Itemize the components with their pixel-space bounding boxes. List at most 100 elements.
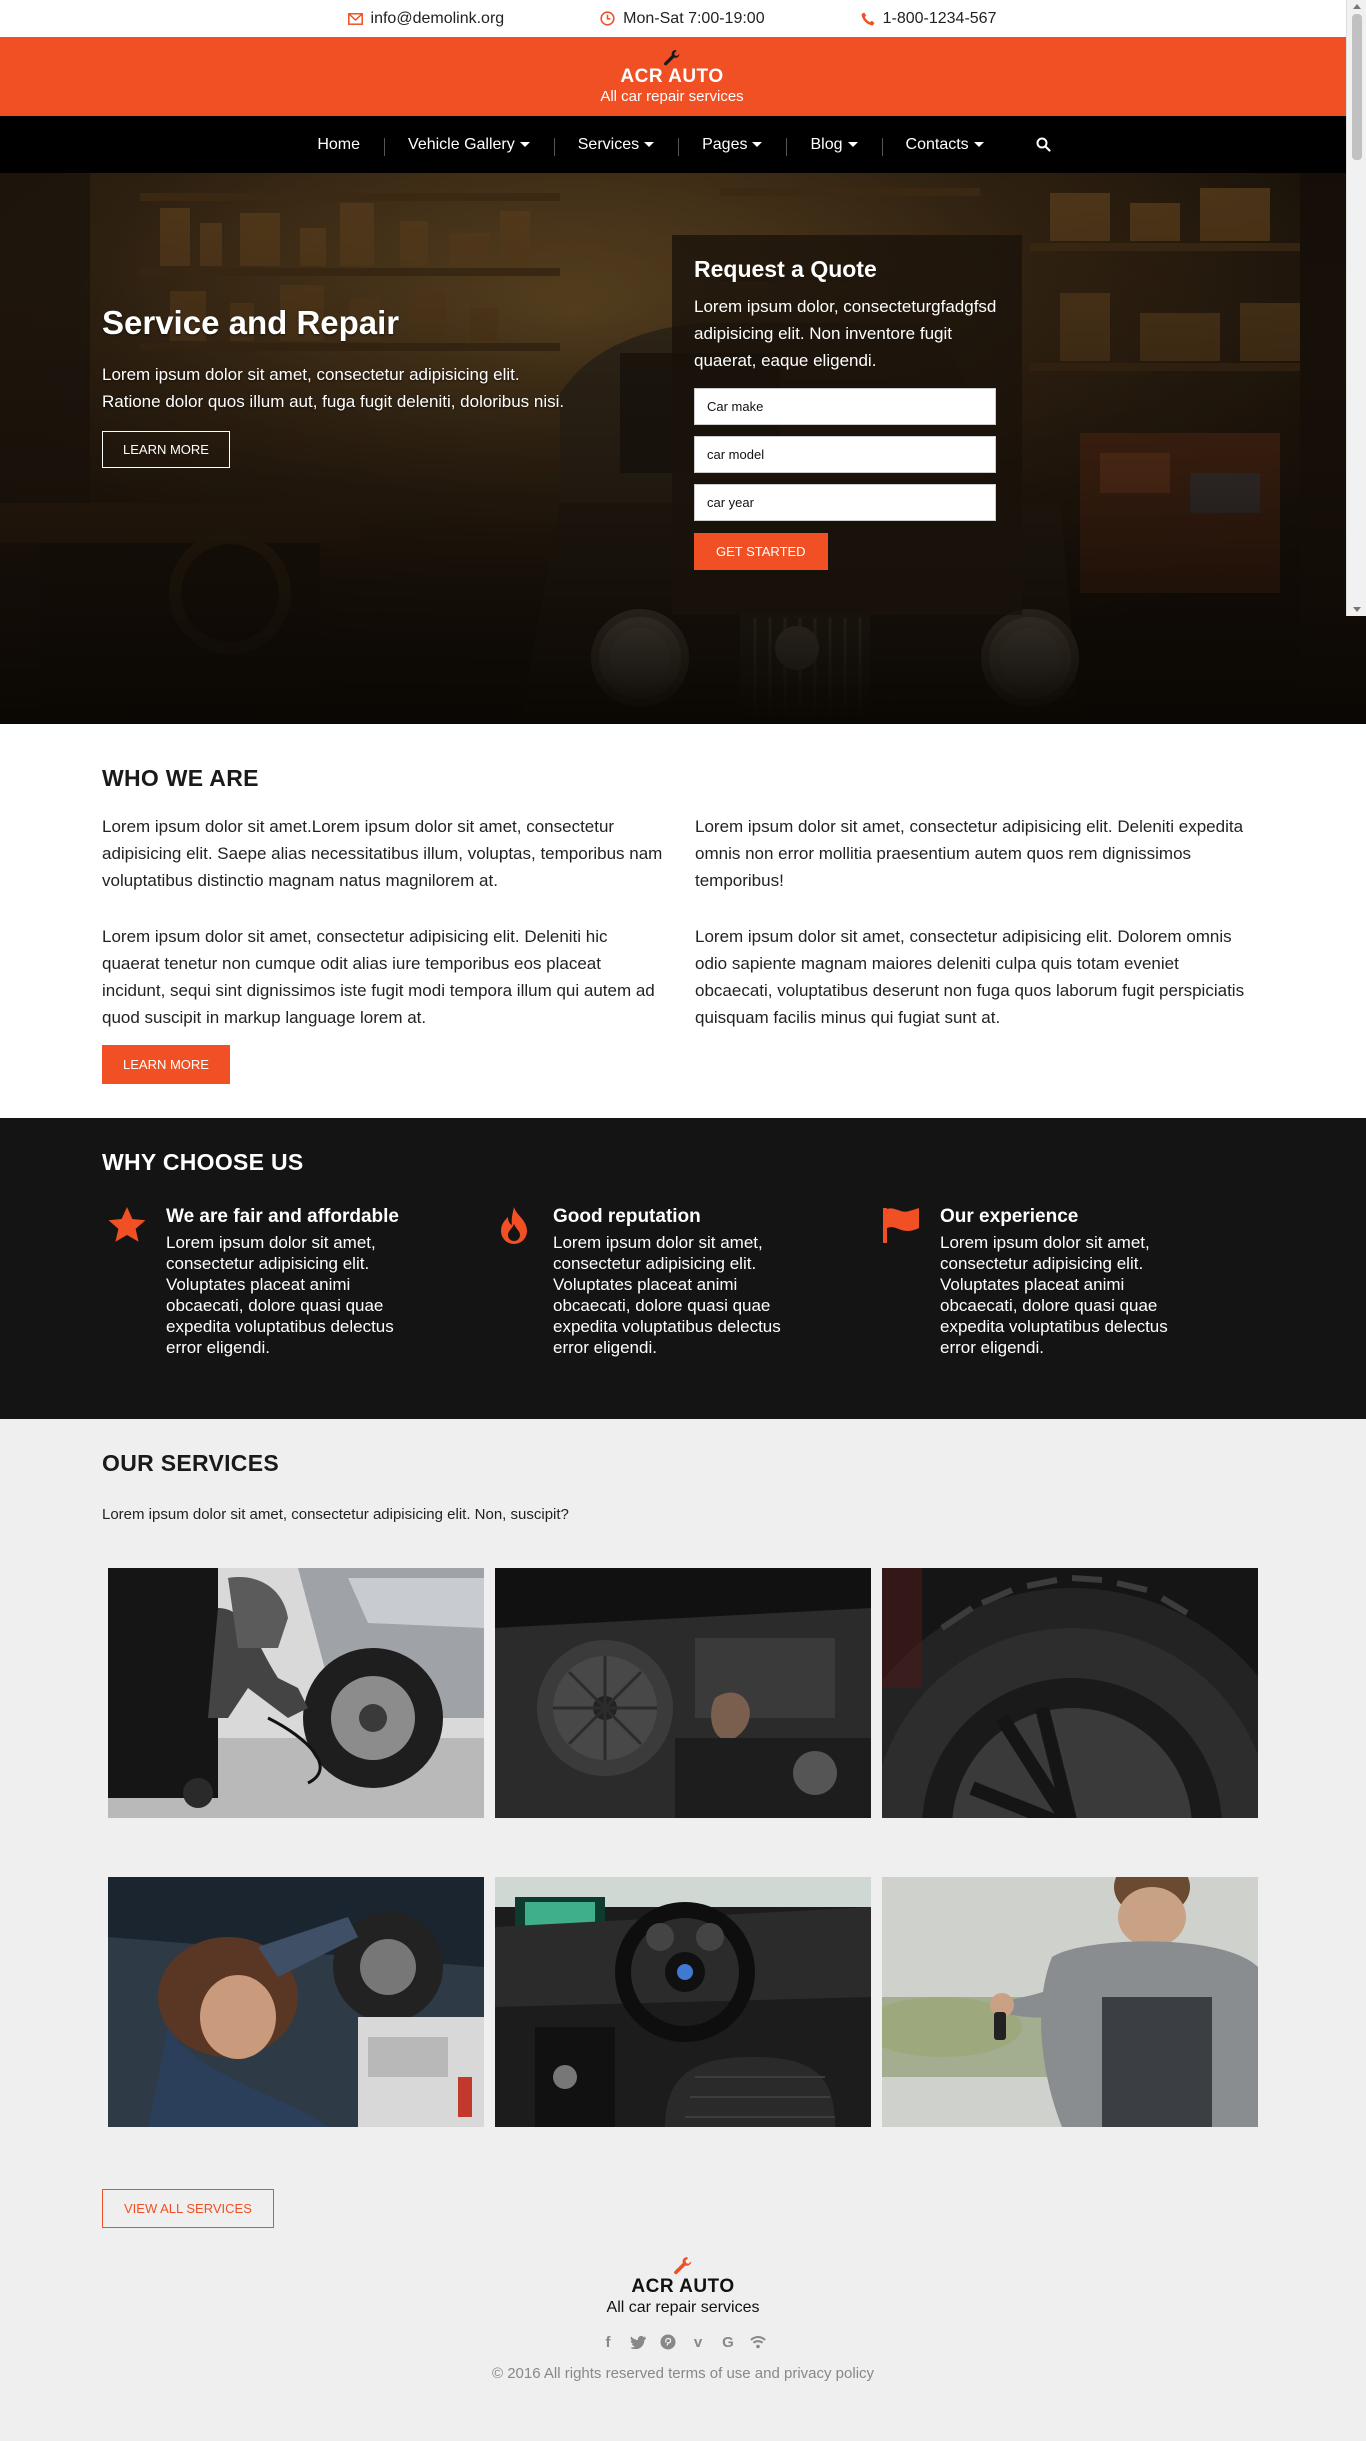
our-services-section: Our Services Lorem ipsum dolor sit amet,… [0, 1419, 1366, 2441]
phone-text: 1-800-1234-567 [882, 9, 997, 27]
wrench-logo-icon [0, 2256, 1366, 2276]
why-choose-us-section: Why Choose Us We are fair and affordable… [0, 1118, 1366, 1419]
hero-title: Service and Repair [102, 304, 400, 341]
who-left-column: Lorem ipsum dolor sit amet.Lorem ipsum d… [102, 813, 665, 1084]
nav-vehicle-gallery[interactable]: Vehicle Gallery [384, 135, 554, 156]
nav-blog[interactable]: Blog [786, 135, 881, 156]
hero-text: Lorem ipsum dolor sit amet, consectetur … [102, 365, 565, 411]
service-image [108, 1877, 484, 2127]
service-image [108, 1568, 484, 1818]
top-info-bar: info@demolink.org Mon-Sat 7:00-19:00 1-8… [0, 0, 1366, 37]
clock-icon [600, 11, 615, 26]
service-tile-engine[interactable] [495, 1568, 871, 1818]
envelope-icon [347, 12, 363, 25]
hero-section: Service and Repair Lorem ipsum dolor sit… [0, 173, 1366, 724]
nav-label: Blog [810, 135, 843, 153]
page-scrollbar[interactable] [1346, 0, 1366, 616]
copyright-text: © 2016 All rights reserved terms of use … [491, 2365, 875, 2382]
why-choose-us-title: Why Choose Us [102, 1149, 304, 1175]
feature-text: Lorem ipsum dolor sit amet, consectetur … [940, 1233, 1168, 1357]
services-gallery [108, 1568, 1264, 2127]
service-image [882, 1568, 1258, 1818]
service-tile-undercarriage[interactable] [108, 1877, 484, 2127]
service-image [495, 1568, 871, 1818]
hero-content: Service and Repair Lorem ipsum dolor sit… [102, 303, 572, 468]
nav-label: Vehicle Gallery [408, 135, 515, 153]
service-tile-interior[interactable] [495, 1877, 871, 2127]
footer-brand-name[interactable]: ACR AUTO [0, 2276, 1366, 2298]
car-year-input[interactable]: car year [694, 484, 996, 521]
feature-good-reputation: Good reputation Lorem ipsum dolor sit am… [489, 1206, 876, 1358]
nav-label: Contacts [905, 135, 969, 153]
quote-text: Lorem ipsum dolor, consecteturgfadgfsd a… [694, 297, 997, 370]
email-text: info@demolink.org [370, 9, 505, 27]
view-all-services-button[interactable]: View All Services [102, 2189, 274, 2228]
who-paragraph: Lorem ipsum dolor sit amet, consectetur … [695, 927, 1245, 1027]
feature-title: Good reputation [553, 1206, 701, 1227]
nav-label: Services [577, 135, 640, 153]
who-paragraph: Lorem ipsum dolor sit amet.Lorem ipsum d… [102, 817, 663, 890]
nav-label: Home [317, 135, 361, 153]
caret-down-icon [644, 142, 655, 147]
social-links: f v G [0, 2333, 1366, 2351]
phone-contact[interactable]: 1-800-1234-567 [861, 9, 997, 28]
rss-icon[interactable] [749, 2333, 767, 2351]
fire-icon [489, 1206, 539, 1358]
footer-tagline: All car repair services [606, 2299, 760, 2316]
feature-fair-affordable: We are fair and affordable Lorem ipsum d… [102, 1206, 489, 1358]
brand-tagline: All car repair services [600, 87, 744, 105]
footer: ACR AUTO All car repair services f v G ©… [0, 2256, 1366, 2382]
quote-title: Request a Quote [694, 256, 877, 282]
get-started-button[interactable]: Get Started [694, 533, 828, 570]
hours-text: Mon-Sat 7:00-19:00 [623, 9, 765, 27]
service-image [495, 1877, 871, 2127]
vimeo-icon[interactable]: v [689, 2333, 707, 2351]
facebook-icon[interactable]: f [599, 2333, 617, 2351]
phone-icon [861, 12, 875, 26]
google-icon[interactable]: G [719, 2333, 737, 2351]
feature-our-experience: Our experience Lorem ipsum dolor sit ame… [876, 1206, 1263, 1358]
pinterest-icon[interactable] [659, 2333, 677, 2351]
star-icon [102, 1206, 152, 1358]
nav-contacts[interactable]: Contacts [881, 135, 1008, 156]
who-learn-more-button[interactable]: Learn More [102, 1045, 230, 1084]
who-paragraph: Lorem ipsum dolor sit amet, consectetur … [102, 927, 655, 1027]
wrench-logo-icon [663, 49, 681, 67]
who-paragraph: Lorem ipsum dolor sit amet, consectetur … [695, 817, 1244, 890]
quote-form: Request a Quote Lorem ipsum dolor, conse… [672, 235, 1022, 615]
caret-down-icon [519, 142, 530, 147]
car-model-input[interactable]: car model [694, 436, 996, 473]
our-services-title: Our Services [102, 1450, 279, 1476]
who-right-column: Lorem ipsum dolor sit amet, consectetur … [695, 813, 1258, 1084]
hero-learn-more-button[interactable]: Learn More [102, 431, 230, 468]
brand-header: ACR AUTO All car repair services [0, 37, 1366, 116]
email-contact[interactable]: info@demolink.org [347, 9, 505, 28]
service-tile-tire-pressure[interactable] [108, 1568, 484, 1818]
scrollbar-thumb[interactable] [1352, 14, 1362, 160]
service-tile-car-keys[interactable] [882, 1877, 1258, 2127]
car-make-input[interactable]: Car make [694, 388, 996, 425]
search-icon[interactable] [1008, 137, 1051, 152]
feature-title: We are fair and affordable [166, 1206, 399, 1227]
who-we-are-title: Who We Are [102, 765, 259, 791]
hours-info: Mon-Sat 7:00-19:00 [600, 9, 765, 28]
nav-pages[interactable]: Pages [678, 135, 786, 156]
main-nav: Home Vehicle Gallery Services Pages Blog… [0, 116, 1366, 173]
nav-services[interactable]: Services [553, 135, 678, 156]
scroll-up-arrow-icon[interactable] [1353, 4, 1361, 9]
caret-down-icon [752, 142, 763, 147]
nav-home[interactable]: Home [293, 136, 384, 154]
caret-down-icon [973, 142, 984, 147]
who-we-are-section: Who We Are Lorem ipsum dolor sit amet.Lo… [0, 724, 1366, 1118]
twitter-icon[interactable] [629, 2333, 647, 2351]
service-image [882, 1877, 1258, 2127]
feature-text: Lorem ipsum dolor sit amet, consectetur … [553, 1233, 781, 1357]
caret-down-icon [847, 142, 858, 147]
feature-text: Lorem ipsum dolor sit amet, consectetur … [166, 1233, 394, 1357]
nav-label: Pages [702, 135, 748, 153]
scroll-down-arrow-icon[interactable] [1353, 607, 1361, 612]
service-tile-tires[interactable] [882, 1568, 1258, 1818]
feature-title: Our experience [940, 1206, 1079, 1227]
flag-icon [876, 1206, 926, 1358]
brand-name[interactable]: ACR AUTO [620, 66, 723, 88]
